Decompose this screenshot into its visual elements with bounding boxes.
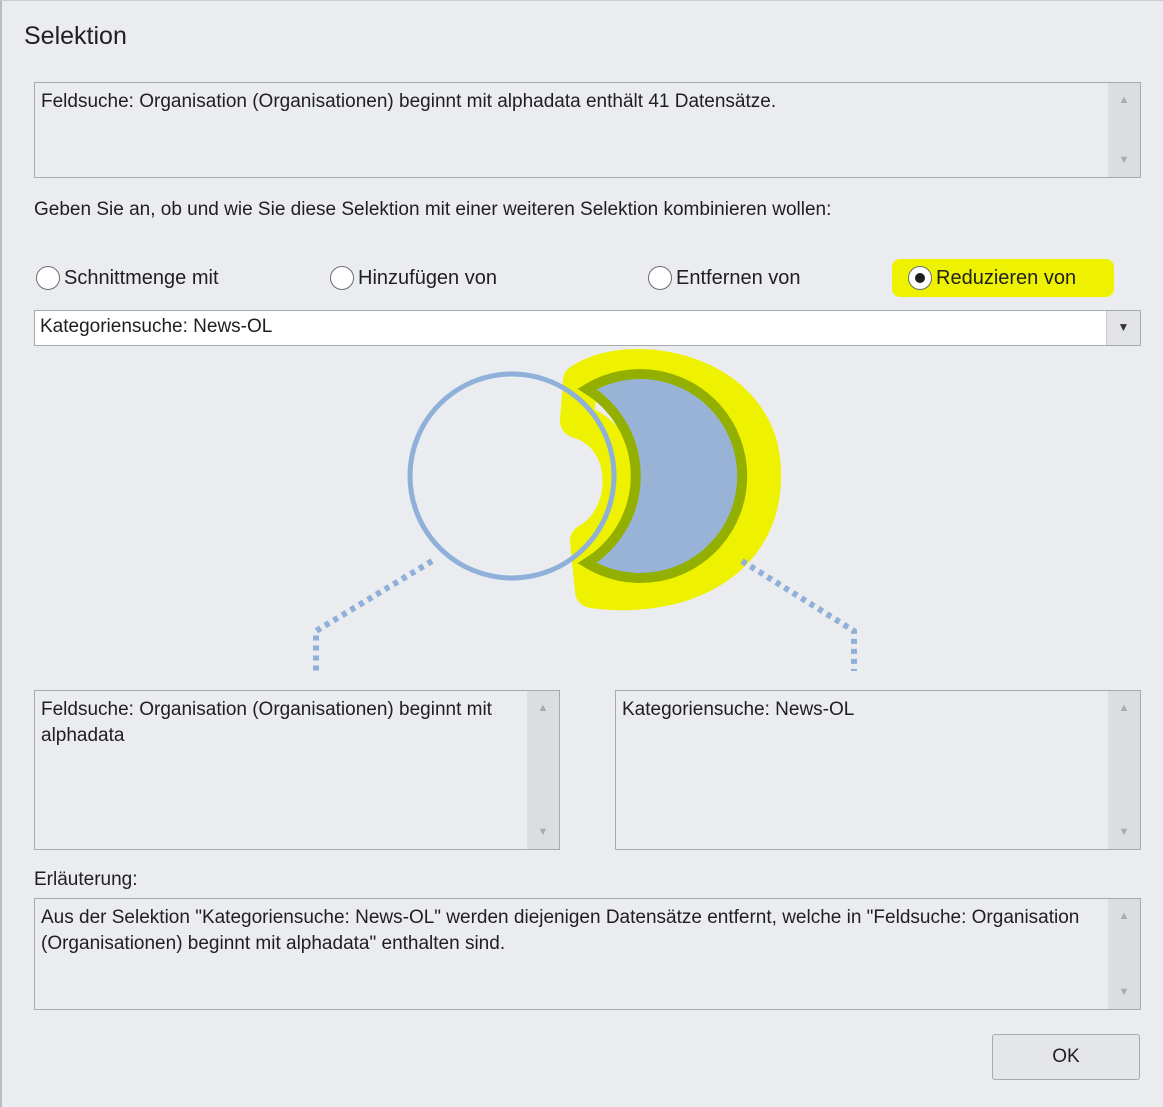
summary-text: Feldsuche: Organisation (Organisationen)… [41, 91, 777, 112]
explanation-label: Erläuterung: [34, 869, 138, 890]
chevron-up-icon[interactable]: ▲ [527, 701, 559, 715]
radio-circle[interactable] [330, 266, 354, 290]
chevron-up-icon[interactable]: ▲ [1108, 93, 1140, 107]
radio-label: Reduzieren von [936, 266, 1077, 289]
radio-entfernen[interactable]: Entfernen von [648, 263, 801, 293]
right-scrollbar[interactable]: ▲ ▼ [1108, 691, 1140, 849]
radio-hinzufuegen[interactable]: Hinzufügen von [330, 263, 497, 293]
radio-circle-checked[interactable] [908, 266, 932, 290]
radio-circle[interactable] [36, 266, 60, 290]
venn-diagram [313, 349, 857, 671]
left-connector-line [313, 558, 434, 671]
summary-scrollbar[interactable]: ▲ ▼ [1108, 83, 1140, 177]
chevron-down-icon[interactable]: ▼ [1106, 311, 1140, 345]
left-selection-text: Feldsuche: Organisation (Organisationen)… [41, 699, 492, 746]
radio-label: Hinzufügen von [358, 266, 497, 289]
combobox-value: Kategoriensuche: News-OL [40, 316, 273, 337]
left-scrollbar[interactable]: ▲ ▼ [527, 691, 559, 849]
right-selection-text: Kategoriensuche: News-OL [622, 699, 855, 720]
radio-label: Entfernen von [676, 266, 801, 289]
radio-reduzieren[interactable]: Reduzieren von [908, 263, 1076, 293]
radio-circle[interactable] [648, 266, 672, 290]
left-selection-textbox[interactable]: Feldsuche: Organisation (Organisationen)… [34, 690, 560, 850]
chevron-up-icon[interactable]: ▲ [1108, 909, 1140, 923]
explanation-scrollbar[interactable]: ▲ ▼ [1108, 899, 1140, 1009]
explanation-textbox[interactable]: Aus der Selektion "Kategoriensuche: News… [34, 898, 1141, 1010]
radio-schnittmenge[interactable]: Schnittmenge mit [36, 263, 219, 293]
chevron-down-icon[interactable]: ▼ [1108, 153, 1140, 167]
chevron-down-icon[interactable]: ▼ [527, 825, 559, 839]
chevron-down-icon[interactable]: ▼ [1108, 825, 1140, 839]
right-connector-line [740, 558, 857, 671]
dialog-title: Selektion [24, 22, 127, 50]
explanation-text: Aus der Selektion "Kategoriensuche: News… [41, 907, 1080, 954]
venn-left-circle [407, 371, 617, 581]
chevron-up-icon[interactable]: ▲ [1108, 701, 1140, 715]
combine-prompt: Geben Sie an, ob und wie Sie diese Selek… [34, 199, 832, 220]
ok-button[interactable]: OK [992, 1034, 1140, 1080]
summary-textbox[interactable]: Feldsuche: Organisation (Organisationen)… [34, 82, 1141, 178]
right-selection-textbox[interactable]: Kategoriensuche: News-OL ▲ ▼ [615, 690, 1141, 850]
selektion-dialog: Selektion Feldsuche: Organisation (Organ… [0, 0, 1163, 1107]
title-bar: Selektion [2, 1, 1163, 71]
chevron-down-icon[interactable]: ▼ [1108, 985, 1140, 999]
radio-label: Schnittmenge mit [64, 266, 219, 289]
